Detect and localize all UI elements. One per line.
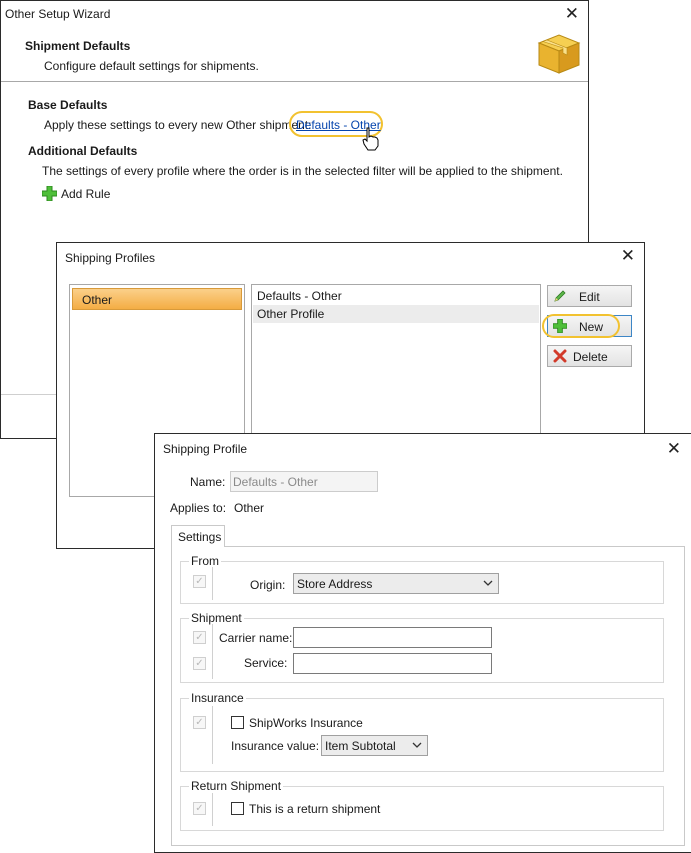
- return-override-checkbox: ✓: [193, 802, 206, 815]
- from-group-title: From: [189, 554, 221, 568]
- base-defaults-title: Base Defaults: [28, 98, 108, 112]
- profile-item-label: Defaults - Other: [257, 289, 342, 303]
- setup-wizard-titlebar[interactable]: Other Setup Wizard ✕: [1, 1, 588, 29]
- plus-icon[interactable]: [42, 186, 57, 201]
- edit-button-label: Edit: [579, 290, 600, 304]
- list-item[interactable]: Other Profile: [253, 305, 539, 323]
- close-icon[interactable]: ✕: [565, 4, 579, 24]
- insurance-value-select-value: Item Subtotal: [325, 739, 396, 753]
- new-button-highlight: [542, 314, 620, 338]
- return-shipment-group-title: Return Shipment: [189, 779, 284, 793]
- insurance-value-select[interactable]: Item Subtotal: [321, 735, 428, 756]
- origin-select-value: Store Address: [297, 577, 373, 591]
- insurance-group-title: Insurance: [189, 691, 246, 705]
- from-override-checkbox: ✓: [193, 575, 206, 588]
- origin-select[interactable]: Store Address: [293, 573, 499, 594]
- insurance-divider: [212, 706, 213, 764]
- origin-label: Origin:: [250, 578, 286, 592]
- chevron-down-icon: [483, 580, 493, 586]
- wizard-subheading: Configure default settings for shipments…: [44, 59, 259, 73]
- list-item[interactable]: Defaults - Other: [253, 287, 539, 305]
- wizard-heading: Shipment Defaults: [25, 39, 131, 53]
- return-shipment-label: This is a return shipment: [249, 802, 381, 816]
- profile-list[interactable]: Defaults - Other Other Profile: [251, 284, 541, 454]
- service-override-checkbox: ✓: [193, 657, 206, 670]
- shipping-profile-window: Shipping Profile ✕ Name: Defaults - Othe…: [154, 433, 691, 853]
- chevron-down-icon: [412, 742, 422, 748]
- add-rule-button[interactable]: Add Rule: [61, 187, 110, 201]
- shipment-divider: [212, 624, 213, 679]
- shipworks-insurance-label: ShipWorks Insurance: [249, 716, 363, 730]
- hand-cursor-icon: [362, 127, 379, 151]
- additional-defaults-text: The settings of every profile where the …: [42, 164, 563, 178]
- name-field[interactable]: Defaults - Other: [230, 471, 378, 492]
- applies-to-value: Other: [234, 501, 265, 515]
- tab-settings-label: Settings: [178, 530, 222, 544]
- tab-settings[interactable]: Settings: [171, 525, 225, 547]
- delete-icon: [553, 349, 567, 363]
- pencil-icon: [554, 290, 566, 302]
- additional-defaults-title: Additional Defaults: [28, 144, 138, 158]
- name-label: Name:: [190, 475, 226, 489]
- from-divider: [212, 567, 213, 600]
- base-defaults-text: Apply these settings to every new Other …: [44, 118, 312, 132]
- shipping-profiles-title: Shipping Profiles: [65, 251, 156, 265]
- shipping-profile-titlebar[interactable]: Shipping Profile ✕: [155, 434, 691, 462]
- filter-item-label: Other: [82, 293, 113, 307]
- header-divider: [1, 81, 588, 82]
- edit-button[interactable]: Edit: [547, 285, 632, 307]
- package-icon: [537, 34, 581, 74]
- shipworks-insurance-checkbox[interactable]: [231, 716, 244, 729]
- insurance-value-label: Insurance value:: [231, 739, 320, 753]
- delete-button[interactable]: Delete: [547, 345, 632, 367]
- return-divider: [212, 793, 213, 826]
- shipping-profile-title: Shipping Profile: [163, 442, 248, 456]
- filter-item-other[interactable]: Other: [72, 288, 242, 310]
- applies-to-label: Applies to:: [170, 501, 227, 515]
- service-input[interactable]: [293, 653, 492, 674]
- delete-button-label: Delete: [573, 350, 608, 364]
- close-icon[interactable]: ✕: [667, 439, 681, 459]
- name-field-value: Defaults - Other: [233, 475, 318, 489]
- carrier-name-label: Carrier name:: [219, 631, 293, 645]
- close-icon[interactable]: ✕: [621, 246, 635, 266]
- setup-wizard-title: Other Setup Wizard: [5, 7, 111, 21]
- service-label: Service:: [244, 656, 288, 670]
- return-shipment-checkbox[interactable]: [231, 802, 244, 815]
- carrier-name-input[interactable]: [293, 627, 492, 648]
- carrier-override-checkbox: ✓: [193, 631, 206, 644]
- profile-item-label: Other Profile: [257, 307, 325, 321]
- insurance-override-checkbox: ✓: [193, 716, 206, 729]
- shipment-group-title: Shipment: [189, 611, 244, 625]
- shipping-profiles-titlebar[interactable]: Shipping Profiles ✕: [57, 243, 644, 271]
